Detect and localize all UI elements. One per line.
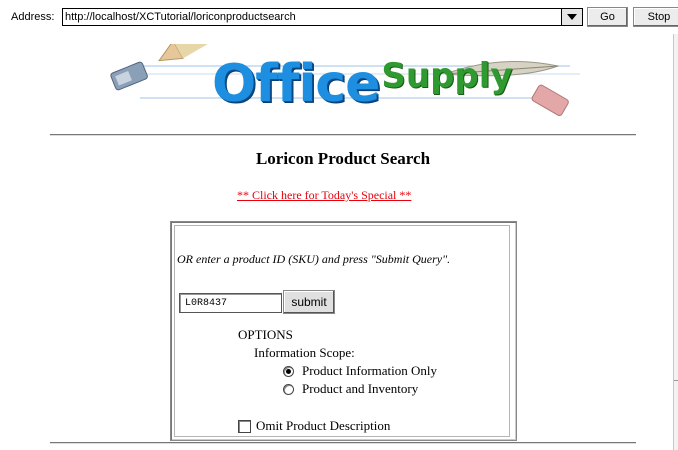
address-label: Address: — [11, 11, 55, 23]
radio-label: Product and Inventory — [302, 381, 419, 396]
eraser-icon — [531, 84, 569, 116]
search-form-panel: OR enter a product ID (SKU) and press "S… — [170, 221, 517, 441]
radio-button-selected[interactable] — [283, 365, 294, 377]
address-bar: Address: Go Stop — [0, 0, 678, 34]
radio-product-info-only[interactable]: Product Information Only — [283, 363, 437, 379]
office-supply-logo: OfficeSupply — [100, 44, 590, 120]
sharpener-icon — [110, 61, 148, 91]
sku-input[interactable] — [179, 293, 282, 313]
omit-description-option[interactable]: Omit Product Description — [238, 418, 390, 434]
window-edge — [673, 34, 678, 450]
page-title: Loricon Product Search — [255, 149, 431, 168]
logo-word-supply: Supply — [381, 56, 513, 96]
logo-word-office: Office — [212, 54, 380, 114]
go-button[interactable]: Go — [587, 7, 628, 27]
instruction-text: OR enter a product ID (SKU) and press "S… — [177, 252, 451, 266]
information-scope-label: Information Scope: — [254, 345, 355, 360]
top-divider — [50, 134, 636, 136]
radio-label: Product Information Only — [302, 363, 438, 378]
chevron-down-icon[interactable] — [561, 9, 582, 25]
omit-description-checkbox[interactable] — [238, 419, 251, 433]
radio-product-and-inventory[interactable]: Product and Inventory — [283, 381, 418, 397]
todays-special-link[interactable]: ** Click here for Today's Special ** — [237, 188, 411, 203]
search-form-inner: OR enter a product ID (SKU) and press "S… — [174, 225, 510, 437]
address-combo[interactable] — [62, 8, 583, 26]
address-input[interactable] — [65, 10, 555, 24]
checkbox-label: Omit Product Description — [256, 418, 391, 433]
submit-button[interactable]: submit — [283, 290, 335, 314]
options-heading: OPTIONS — [238, 327, 293, 342]
logo-wordmark: OfficeSupply — [212, 54, 513, 114]
bottom-divider — [50, 442, 636, 444]
radio-button[interactable] — [283, 383, 294, 395]
stop-button[interactable]: Stop — [633, 7, 678, 27]
